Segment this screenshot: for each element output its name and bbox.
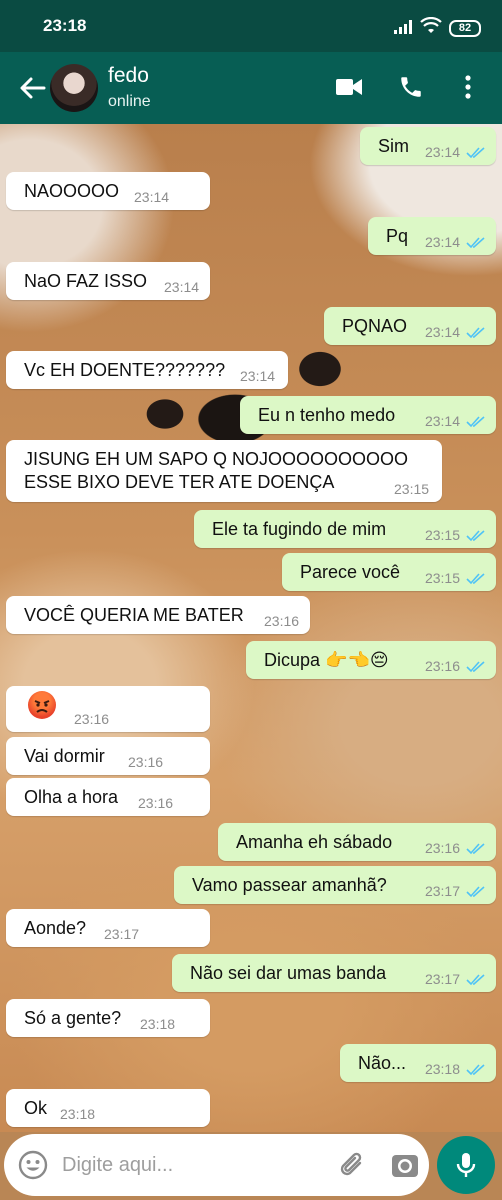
outgoing-message[interactable]: Não sei dar umas banda 23:17 [172,954,496,992]
message-composer: Digite aqui... [0,1132,502,1200]
outgoing-message[interactable]: PQNAO 23:14 [324,307,496,345]
message-text: Olha a hora [24,787,119,807]
outgoing-message[interactable]: Vamo passear amanhã? 23:17 [174,866,496,904]
message-time: 23:15 [394,481,430,497]
chat-header: fedo online [0,52,502,124]
read-ticks-icon [466,530,485,542]
outgoing-message[interactable]: Não... 23:18 [340,1044,496,1082]
message-time: 23:17 [424,971,460,987]
status-time: 23:18 [43,16,87,35]
incoming-message[interactable]: Só a gente? 23:18 [6,999,210,1037]
message-time: 23:14 [240,368,276,384]
voice-message-button[interactable] [437,1136,495,1194]
message-time: 23:17 [424,883,460,899]
message-text: Vamo passear amanhã? [192,875,387,895]
message-time: 23:14 [164,279,200,295]
message-input[interactable]: Digite aqui... [4,1134,429,1196]
wifi-icon [420,17,442,33]
message-time: 23:14 [424,324,460,340]
message-text: Vc EH DOENTE??????? [24,360,226,380]
outgoing-message[interactable]: Sim 23:14 [360,127,496,165]
read-ticks-icon [466,573,485,585]
message-text: PQNAO [342,316,408,336]
outgoing-message[interactable]: Parece você 23:15 [282,553,496,591]
message-time: 23:14 [424,144,460,160]
read-ticks-icon [466,327,485,339]
signal-icon [394,20,412,34]
status-bar: 23:18 82 [0,0,502,52]
message-text: Vai dormir [24,746,105,766]
incoming-message[interactable]: Ok 23:18 [6,1089,210,1127]
attach-icon[interactable] [338,1151,368,1181]
message-text: Só a gente? [24,1008,122,1028]
back-arrow-icon[interactable] [18,74,46,102]
outgoing-message[interactable]: Pq 23:14 [368,217,496,255]
message-time: 23:14 [134,189,170,205]
camera-icon[interactable] [390,1152,420,1180]
message-time: 23:18 [140,1016,176,1032]
message-input-placeholder: Digite aqui... [62,1154,174,1176]
angry-face-icon [28,691,56,719]
message-text: Parece você [300,562,401,582]
incoming-message[interactable]: Vc EH DOENTE??????? 23:14 [6,351,288,389]
incoming-message[interactable]: Olha a hora 23:16 [6,778,210,816]
read-ticks-icon [466,237,485,249]
message-time: 23:16 [74,711,110,727]
read-ticks-icon [466,974,485,986]
message-time: 23:17 [104,926,140,942]
message-text: Não sei dar umas banda [190,963,387,983]
read-ticks-icon [466,843,485,855]
incoming-message[interactable]: Vai dormir 23:16 [6,737,210,775]
contact-avatar[interactable] [50,64,98,112]
read-ticks-icon [466,886,485,898]
contact-status: online [108,93,151,110]
message-text: Dicupa 👉👈😔 [264,650,389,670]
message-time: 23:15 [424,570,460,586]
more-options-icon[interactable] [464,74,472,100]
message-text: JISUNG EH UM SAPO Q NOJOOOOOOOOOO ESSE B… [24,449,409,492]
battery-indicator: 82 [449,20,481,37]
contact-name[interactable]: fedo [108,64,149,88]
message-text: Aonde? [24,918,87,938]
message-time: 23:16 [424,840,460,856]
message-time: 23:16 [128,754,164,770]
outgoing-message[interactable]: Eu n tenho medo 23:14 [240,396,496,434]
read-ticks-icon [466,1064,485,1076]
message-time: 23:16 [264,613,300,629]
message-text: Ok [24,1098,48,1118]
microphone-icon [456,1153,476,1177]
emoji-icon[interactable] [18,1150,48,1180]
message-time: 23:14 [424,234,460,250]
message-time: 23:16 [424,658,460,674]
message-text: Pq [386,226,409,246]
incoming-message[interactable]: Aonde? 23:17 [6,909,210,947]
incoming-message[interactable]: NaO FAZ ISSO 23:14 [6,262,210,300]
voice-call-icon[interactable] [398,74,424,100]
message-time: 23:15 [424,527,460,543]
video-call-icon[interactable] [336,77,362,97]
message-text: Não... [358,1053,407,1073]
read-ticks-icon [466,147,485,159]
incoming-message[interactable]: 23:16 [6,686,210,732]
message-time: 23:18 [424,1061,460,1077]
outgoing-message[interactable]: Dicupa 👉👈😔 23:16 [246,641,496,679]
incoming-message[interactable]: JISUNG EH UM SAPO Q NOJOOOOOOOOOO ESSE B… [6,440,442,502]
read-ticks-icon [466,661,485,673]
message-time: 23:14 [424,413,460,429]
message-text: VOCÊ QUERIA ME BATER [24,605,244,625]
incoming-message[interactable]: VOCÊ QUERIA ME BATER 23:16 [6,596,310,634]
message-time: 23:16 [138,795,174,811]
message-text: Eu n tenho medo [258,405,396,425]
message-text: Sim [378,136,409,156]
outgoing-message[interactable]: Ele ta fugindo de mim 23:15 [194,510,496,548]
read-ticks-icon [466,416,485,428]
message-time: 23:18 [60,1106,96,1122]
outgoing-message[interactable]: Amanha eh sábado 23:16 [218,823,496,861]
message-text: NaO FAZ ISSO [24,271,148,291]
message-text: NAOOOOO [24,181,120,201]
chat-messages-area[interactable]: Sim 23:14 NAOOOOO 23:14 Pq 23:14 NaO FAZ… [0,124,502,1132]
incoming-message[interactable]: NAOOOOO 23:14 [6,172,210,210]
message-text: Ele ta fugindo de mim [212,519,387,539]
message-text: Amanha eh sábado [236,832,393,852]
